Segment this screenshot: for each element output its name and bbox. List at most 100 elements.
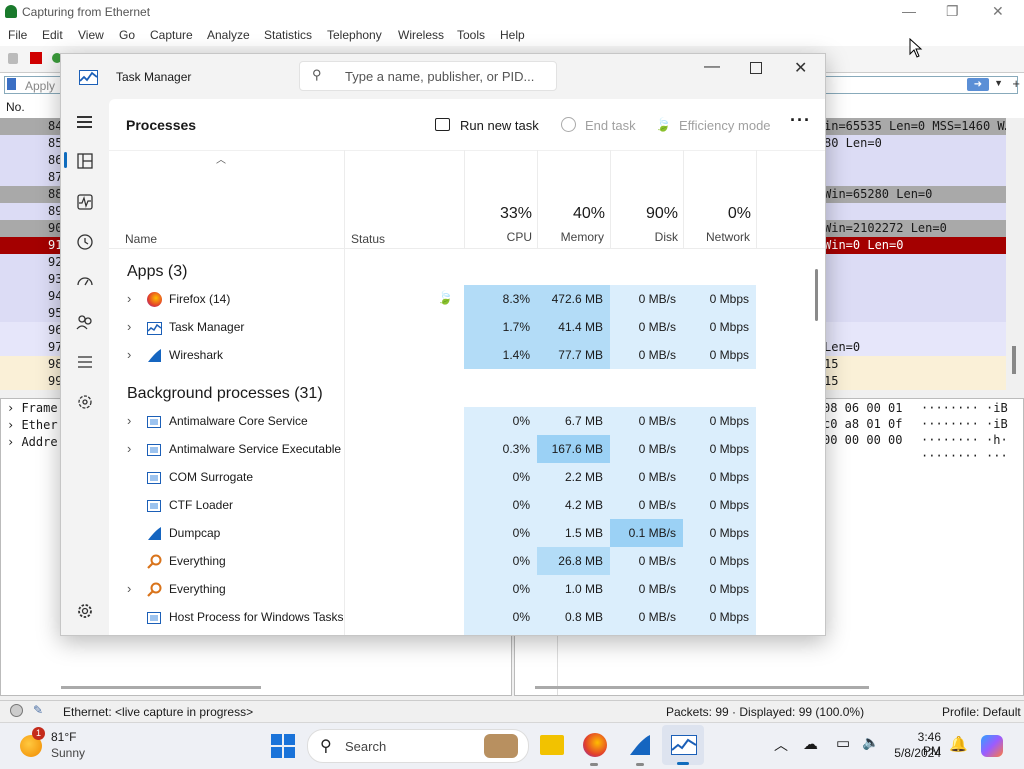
memory-value: 77.7 MB xyxy=(537,341,610,369)
bytes-hscroll[interactable] xyxy=(535,686,869,689)
settings-gear-icon[interactable] xyxy=(75,601,95,621)
menu-telephony[interactable]: Telephony xyxy=(327,28,382,42)
minimize-icon[interactable]: — xyxy=(902,3,916,19)
more-options-icon[interactable]: ··· xyxy=(790,110,811,131)
apps-group-header[interactable]: Apps (3) xyxy=(127,263,187,281)
expand-arrow-icon[interactable]: › xyxy=(7,401,21,415)
expand-arrow-icon[interactable]: › xyxy=(7,435,21,449)
network-value: 0 Mbps xyxy=(683,313,756,341)
process-row[interactable]: › Everything 0% 1.0 MB 0 MB/s 0 Mbps xyxy=(109,575,825,603)
menu-view[interactable]: View xyxy=(78,28,104,42)
expand-chevron-icon[interactable]: › xyxy=(127,407,131,435)
expand-arrow-icon[interactable]: › xyxy=(7,418,21,432)
status-profile-text[interactable]: Profile: Default xyxy=(942,705,1021,719)
startup-apps-nav-icon[interactable] xyxy=(75,272,95,292)
expert-info-icon[interactable] xyxy=(10,704,23,717)
tm-minimize-icon[interactable]: — xyxy=(704,58,720,76)
disk-percent[interactable]: 90% xyxy=(610,205,678,223)
capture-comment-icon[interactable]: ✎ xyxy=(33,703,43,717)
expand-chevron-icon[interactable]: › xyxy=(127,435,131,463)
details-nav-icon[interactable] xyxy=(75,352,95,372)
tm-close-icon[interactable]: ✕ xyxy=(794,58,807,78)
service-icon xyxy=(147,470,162,485)
expand-chevron-icon[interactable]: › xyxy=(127,313,131,341)
process-row[interactable]: Host Process for Windows Tasks 0% 0.8 MB 0 … xyxy=(109,603,825,631)
hamburger-menu-icon[interactable] xyxy=(75,112,95,132)
start-button[interactable] xyxy=(271,734,295,758)
memory-percent[interactable]: 40% xyxy=(537,205,605,223)
wireshark-taskbar-icon[interactable] xyxy=(628,733,652,757)
network-percent[interactable]: 0% xyxy=(683,205,751,223)
process-row[interactable]: Dumpcap 0% 1.5 MB 0.1 MB/s 0 Mbps xyxy=(109,519,825,547)
cpu-value: 1.7% xyxy=(464,313,537,341)
copilot-icon[interactable] xyxy=(981,735,1003,757)
detail-hscroll[interactable] xyxy=(61,686,261,689)
process-row[interactable]: › Antimalware Service Executable 0.3% 167.6… xyxy=(109,435,825,463)
process-row[interactable]: Host Process for Windows Tasks0%2.3 MB0 … xyxy=(109,631,825,635)
taskbar-search-box[interactable]: ⚲ Search xyxy=(307,729,529,763)
detail-row[interactable]: › Addre xyxy=(7,434,58,451)
close-icon[interactable]: ✕ xyxy=(992,3,1004,20)
app-row[interactable]: › Wireshark 1.4% 77.7 MB 0 MB/s 0 Mbps xyxy=(109,341,825,369)
process-row[interactable]: COM Surrogate 0% 2.2 MB 0 MB/s 0 Mbps xyxy=(109,463,825,491)
background-group-header[interactable]: Background processes (31) xyxy=(127,385,323,403)
menu-edit[interactable]: Edit xyxy=(42,28,63,42)
volume-icon[interactable]: 🔈 xyxy=(862,734,879,751)
users-nav-icon[interactable] xyxy=(75,312,95,332)
column-status[interactable]: Status xyxy=(351,232,385,246)
process-name: Task Manager xyxy=(169,320,245,334)
clock-date[interactable]: 5/8/2024 xyxy=(893,746,941,760)
add-filter-button-icon[interactable]: + xyxy=(1012,76,1020,91)
menu-help[interactable]: Help xyxy=(500,28,525,42)
stop-capture-icon[interactable] xyxy=(30,52,42,64)
process-row[interactable]: Everything 0% 26.8 MB 0 MB/s 0 Mbps xyxy=(109,547,825,575)
file-explorer-icon[interactable] xyxy=(540,735,564,755)
column-network[interactable]: Network xyxy=(683,230,750,244)
disk-value: 0 MB/s xyxy=(610,603,683,631)
onedrive-icon[interactable]: ☁ xyxy=(803,735,818,753)
notification-bell-icon[interactable]: 🔔 xyxy=(949,735,968,753)
column-no[interactable]: No. xyxy=(6,100,25,114)
taskmanager-taskbar-button[interactable] xyxy=(662,725,704,765)
start-capture-icon[interactable] xyxy=(8,53,18,64)
column-disk[interactable]: Disk xyxy=(610,230,678,244)
maximize-icon[interactable]: ❐ xyxy=(946,3,959,20)
process-search-box[interactable]: ⚲ Type a name, publisher, or PID... xyxy=(299,61,557,91)
app-row[interactable]: › Task Manager 1.7% 41.4 MB 0 MB/s 0 Mbps xyxy=(109,313,825,341)
expand-chevron-icon[interactable]: › xyxy=(127,285,131,313)
column-memory[interactable]: Memory xyxy=(537,230,604,244)
menu-capture[interactable]: Capture xyxy=(150,28,193,42)
menu-statistics[interactable]: Statistics xyxy=(264,28,312,42)
services-nav-icon[interactable] xyxy=(75,392,95,412)
processes-page: Processes Run new task End task 🍃 Effici… xyxy=(109,99,825,635)
tm-maximize-icon[interactable] xyxy=(750,62,762,74)
column-name[interactable]: Name xyxy=(125,232,157,246)
packet-list-scrollbar[interactable] xyxy=(1006,118,1024,394)
app-row[interactable]: › Firefox (14) 🍃 8.3% 472.6 MB 0 MB/s 0 Mbps xyxy=(109,285,825,313)
bookmark-icon[interactable] xyxy=(7,78,16,90)
detail-row[interactable]: › Frame xyxy=(7,400,58,417)
column-cpu[interactable]: CPU xyxy=(464,230,532,244)
network-icon[interactable]: ▭ xyxy=(836,734,850,752)
process-row[interactable]: › Antimalware Core Service 0% 6.7 MB 0 MB/s 0… xyxy=(109,407,825,435)
weather-desc[interactable]: Sunny xyxy=(51,746,85,760)
weather-temp[interactable]: 81°F xyxy=(51,730,76,744)
menu-analyze[interactable]: Analyze xyxy=(207,28,250,42)
apply-filter-arrow-icon[interactable]: ➜ xyxy=(967,78,989,91)
firefox-taskbar-icon[interactable] xyxy=(583,733,607,757)
expand-chevron-icon[interactable]: › xyxy=(127,575,131,603)
app-history-nav-icon[interactable] xyxy=(75,232,95,252)
performance-nav-icon[interactable] xyxy=(75,192,95,212)
menu-file[interactable]: File xyxy=(8,28,27,42)
menu-go[interactable]: Go xyxy=(119,28,135,42)
cpu-percent[interactable]: 33% xyxy=(464,205,532,223)
menu-tools[interactable]: Tools xyxy=(457,28,485,42)
process-list-scrollbar[interactable] xyxy=(815,269,818,321)
detail-row[interactable]: › Ether xyxy=(7,417,58,434)
process-row[interactable]: CTF Loader 0% 4.2 MB 0 MB/s 0 Mbps xyxy=(109,491,825,519)
filter-dropdown-icon[interactable]: ▼ xyxy=(994,78,1003,88)
expand-chevron-icon[interactable]: › xyxy=(127,341,131,369)
menu-wireless[interactable]: Wireless xyxy=(398,28,444,42)
chevron-up-icon[interactable]: ︿ xyxy=(774,735,788,755)
processes-nav-icon[interactable] xyxy=(75,151,95,171)
